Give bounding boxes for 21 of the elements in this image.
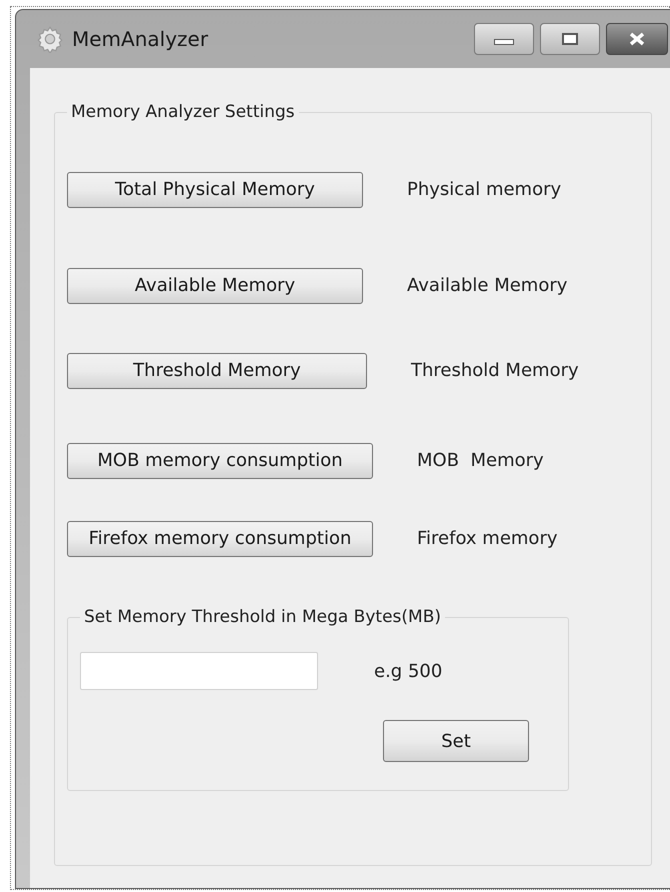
memory-button[interactable]: Threshold Memory	[67, 352, 367, 388]
memory-value: Threshold Memory	[411, 359, 579, 383]
group-title: Set Memory Threshold in Mega Bytes(MB)	[83, 606, 442, 628]
memory-value: Available Memory	[407, 274, 568, 298]
memory-value: MOB Memory	[417, 449, 544, 473]
set-button[interactable]: Set	[383, 720, 529, 762]
memory-button[interactable]: Available Memory	[67, 268, 363, 304]
hint-text: e.g 500	[374, 660, 442, 684]
memory-button[interactable]: Firefox memory consumption	[67, 520, 373, 556]
memory-button[interactable]: MOB memory consumption	[67, 442, 373, 478]
memory-value: Physical memory	[407, 178, 562, 202]
minimize-button[interactable]	[474, 23, 534, 55]
memory-button[interactable]: Total Physical Memory	[67, 172, 363, 208]
threshold-input[interactable]	[80, 652, 318, 690]
maximize-button[interactable]	[540, 23, 600, 55]
memory-value: Firefox memory	[417, 527, 558, 551]
window-title: MemAnalyzer	[72, 26, 208, 53]
close-button[interactable]	[606, 23, 668, 55]
group-title: Memory Analyzer Settings	[70, 101, 296, 124]
gear-icon	[36, 25, 64, 53]
close-icon	[628, 32, 646, 46]
